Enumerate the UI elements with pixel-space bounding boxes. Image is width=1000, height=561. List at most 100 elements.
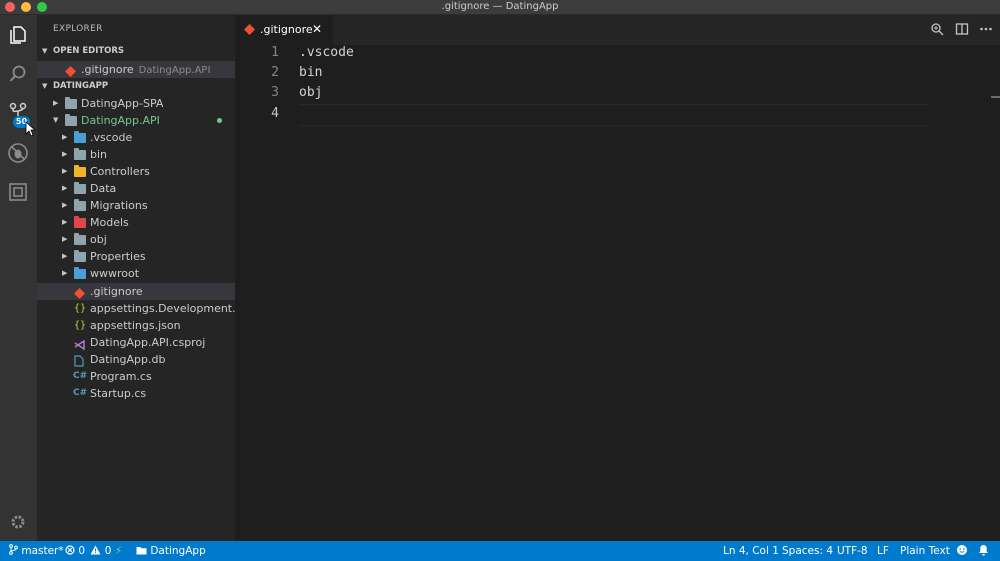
encoding[interactable]: UTF-8 xyxy=(837,541,868,561)
warning-icon xyxy=(90,545,101,555)
git-file-icon xyxy=(73,287,86,300)
git-branch-icon xyxy=(9,544,18,555)
folder-icon xyxy=(136,547,147,555)
csharp-file-icon: C# xyxy=(73,371,88,381)
warning-count: 0 xyxy=(104,545,112,557)
tree-folder-migrations[interactable]: ▶ Migrations xyxy=(37,197,235,214)
chevron-right-icon: ▶ xyxy=(62,269,68,277)
gear-icon[interactable] xyxy=(6,510,30,534)
editor-tab-bar: .gitignore ✕ xyxy=(235,15,1000,45)
csharp-file-icon: C# xyxy=(73,388,88,398)
open-editor-description: DatingApp.API xyxy=(138,65,211,76)
workspace-folder-status[interactable]: DatingApp xyxy=(136,541,206,561)
tab-gitignore[interactable]: .gitignore ✕ xyxy=(235,15,333,45)
git-file-icon xyxy=(64,65,77,78)
tree-folder-datingapp-api[interactable]: ▼ DatingApp.API xyxy=(37,112,235,129)
feedback-icon[interactable] xyxy=(956,541,968,561)
chevron-right-icon: ▶ xyxy=(62,167,68,175)
extensions-icon[interactable] xyxy=(6,180,30,204)
cursor-position[interactable]: Ln 4, Col 1 xyxy=(723,541,779,561)
error-icon xyxy=(65,545,75,555)
open-editors-header[interactable]: ▼ OPEN EDITORS xyxy=(37,43,235,59)
split-editor-icon[interactable] xyxy=(955,22,971,38)
tree-folder-data[interactable]: ▶ Data xyxy=(37,180,235,197)
tree-folder-properties[interactable]: ▶ Properties xyxy=(37,248,235,265)
tree-file-startup[interactable]: C# Startup.cs xyxy=(37,385,235,402)
json-file-icon: {} xyxy=(74,303,87,314)
sync-icon[interactable]: ⚡︎ xyxy=(115,541,122,561)
code-line: 3 obj xyxy=(235,83,935,103)
close-icon[interactable]: ✕ xyxy=(312,22,322,36)
line-number: 2 xyxy=(271,65,279,80)
open-editor-name: .gitignore xyxy=(81,63,134,76)
explorer-sidebar: EXPLORER ▼ OPEN EDITORS .gitignore Dating… xyxy=(37,15,255,541)
tree-folder-wwwroot[interactable]: ▶ wwwroot xyxy=(37,265,235,282)
sidebar-title: EXPLORER xyxy=(53,24,103,34)
tree-file-appsettings[interactable]: {} appsettings.json xyxy=(37,317,235,334)
branch-name: master* xyxy=(21,545,64,557)
vscode-folder-icon xyxy=(74,131,86,143)
tree-file-appsettings-development[interactable]: {} appsettings.Development.js... xyxy=(37,300,255,317)
mouse-cursor-icon xyxy=(25,121,37,140)
web-folder-icon xyxy=(74,267,86,279)
indentation[interactable]: Spaces: 4 xyxy=(782,541,833,561)
scrollbar-cursor-marker xyxy=(991,96,1000,98)
folder-icon xyxy=(74,148,86,160)
search-icon[interactable] xyxy=(6,62,30,86)
line-number: 3 xyxy=(271,85,279,100)
tree-file-program[interactable]: C# Program.cs xyxy=(37,368,235,385)
chevron-right-icon: ▶ xyxy=(62,184,68,192)
folder-icon xyxy=(74,199,86,211)
tree-folder-obj[interactable]: ▶ obj xyxy=(37,231,235,248)
workspace-folder-name: DatingApp xyxy=(150,545,206,557)
window-title: .gitignore — DatingApp xyxy=(441,1,559,12)
chevron-right-icon: ▶ xyxy=(62,133,68,141)
tree-folder-bin[interactable]: ▶ bin xyxy=(37,146,235,163)
line-number: 1 xyxy=(271,45,279,60)
debug-icon[interactable] xyxy=(6,141,30,165)
tree-file-gitignore[interactable]: .gitignore xyxy=(37,283,235,300)
open-changes-icon[interactable] xyxy=(930,22,946,38)
controllers-folder-icon xyxy=(74,165,86,177)
language-mode[interactable]: Plain Text xyxy=(900,541,950,561)
editor-area[interactable]: 1 .vscode 2 bin 3 obj 4 xyxy=(235,45,1000,541)
chevron-down-icon: ▼ xyxy=(53,116,59,124)
models-folder-icon xyxy=(74,216,86,228)
end-of-line[interactable]: LF xyxy=(877,541,889,561)
code-line: 2 bin xyxy=(235,63,935,83)
branch-status[interactable]: master* xyxy=(9,541,64,561)
code-text: .vscode xyxy=(299,45,354,60)
tree-folder-models[interactable]: ▶ Models xyxy=(37,214,235,231)
chevron-down-icon: ▼ xyxy=(42,82,48,90)
chevron-right-icon: ▶ xyxy=(62,150,68,158)
folder-icon xyxy=(65,97,77,109)
tree-folder-vscode[interactable]: ▶ .vscode xyxy=(37,129,235,146)
code-text: obj xyxy=(299,85,323,100)
explorer-icon[interactable] xyxy=(6,23,30,47)
tree-file-db[interactable]: DatingApp.db xyxy=(37,351,235,368)
problems-status[interactable]: 0 0 xyxy=(65,541,111,561)
tree-folder-datingapp-spa[interactable]: ▶ DatingApp-SPA xyxy=(37,95,235,112)
folder-icon xyxy=(74,250,86,262)
more-actions-icon[interactable] xyxy=(979,22,995,38)
open-editor-item[interactable]: .gitignore DatingApp.API xyxy=(37,61,235,78)
json-file-icon: {} xyxy=(74,320,87,331)
tree-file-csproj[interactable]: DatingApp.API.csproj xyxy=(37,334,235,351)
notifications-icon[interactable] xyxy=(978,541,989,561)
chevron-down-icon: ▼ xyxy=(42,47,48,55)
modified-dot-icon xyxy=(217,118,222,123)
status-bar: master* 0 0 ⚡︎ DatingApp Ln 4, Col 1 Spa… xyxy=(0,541,1000,561)
chevron-right-icon: ▶ xyxy=(62,235,68,243)
chevron-right-icon: ▶ xyxy=(62,252,68,260)
folder-icon xyxy=(74,233,86,245)
tree-folder-controllers[interactable]: ▶ Controllers xyxy=(37,163,235,180)
title-bar: .gitignore — DatingApp xyxy=(0,0,1000,15)
chevron-right-icon: ▶ xyxy=(62,218,68,226)
activity-bar: 50 xyxy=(0,15,37,541)
visual-studio-icon xyxy=(74,338,86,351)
file-icon xyxy=(74,355,86,367)
chevron-right-icon: ▶ xyxy=(53,99,59,107)
folder-icon xyxy=(74,182,86,194)
git-file-icon xyxy=(243,23,256,38)
workspace-header[interactable]: ▼ DATINGAPP xyxy=(37,78,235,94)
